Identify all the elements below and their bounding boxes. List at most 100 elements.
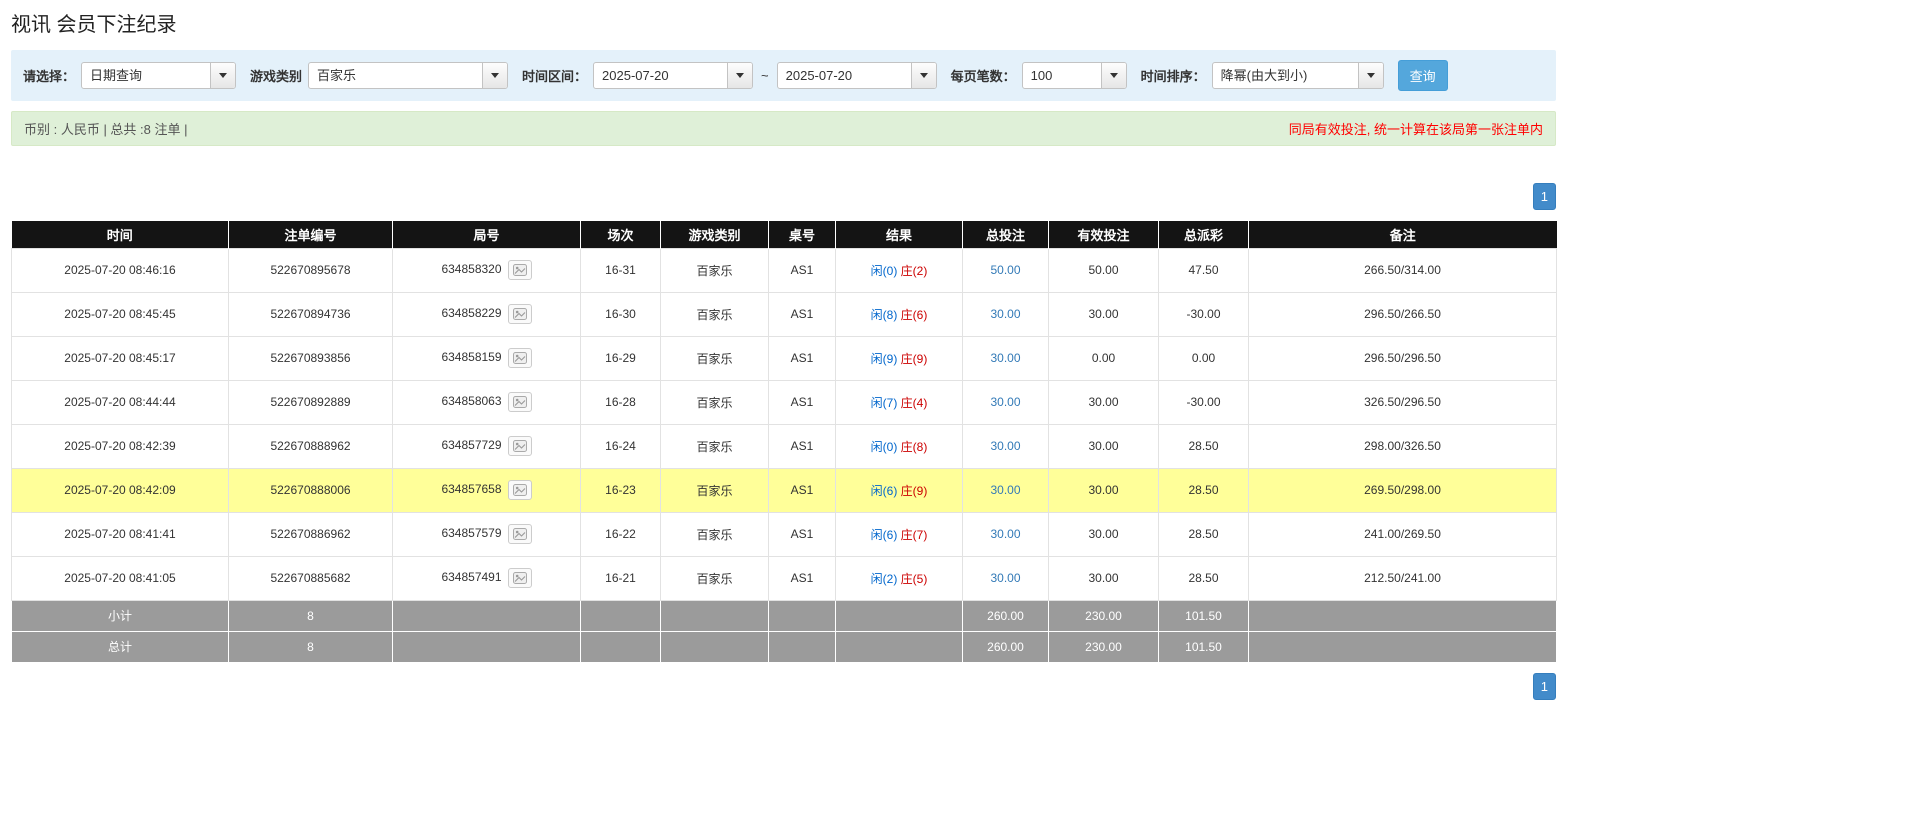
cell-session: 16-30 [580, 291, 661, 337]
summary-empty [580, 599, 661, 632]
round-id-text: 634858229 [441, 306, 502, 321]
cell-note: 296.50/296.50 [1248, 335, 1557, 381]
chevron-down-icon[interactable] [727, 63, 753, 88]
summary-empty [580, 630, 661, 663]
cell-valid-bet: 0.00 [1048, 335, 1159, 381]
game-replay-icon[interactable] [507, 392, 532, 412]
cell-table-no: AS1 [768, 335, 836, 381]
date-to-value: 2025-07-20 [785, 68, 853, 83]
cell-round-id: 634857658 [392, 467, 581, 513]
page-button-1[interactable]: 1 [1532, 183, 1556, 210]
filter-bar: 请选择： 日期查询 游戏类别 百家乐 时间区间： 2025-07-20 ~ 20… [11, 50, 1556, 101]
cell-note: 241.00/269.50 [1248, 511, 1557, 557]
chevron-down-icon[interactable] [1357, 63, 1383, 88]
date-from-dropdown[interactable]: 2025-07-20 [593, 62, 754, 89]
total-bet-link[interactable]: 50.00 [990, 263, 1020, 277]
game-replay-icon[interactable] [507, 260, 532, 280]
column-header: 局号 [392, 221, 581, 248]
summary-empty [768, 599, 836, 632]
table-row: 2025-07-20 08:41:05 522670885682 634857491… [11, 555, 1557, 601]
summary-empty [835, 599, 963, 632]
table-body: 2025-07-20 08:46:16 522670895678 634858320… [11, 247, 1557, 663]
game-type-value: 百家乐 [317, 68, 357, 83]
summary-valid-bet: 230.00 [1048, 630, 1159, 663]
cell-bet-id: 522670895678 [228, 247, 393, 293]
cell-note: 298.00/326.50 [1248, 423, 1557, 469]
notice-text: 同局有效投注, 统一计算在该局第一张注单内 [1288, 122, 1543, 137]
column-header: 游戏类别 [660, 221, 769, 248]
column-header: 桌号 [768, 221, 836, 248]
total-bet-link[interactable]: 30.00 [990, 395, 1020, 409]
total-bet-link[interactable]: 30.00 [990, 483, 1020, 497]
game-replay-icon[interactable] [507, 436, 532, 456]
cell-session: 16-31 [580, 247, 661, 293]
total-bet-link[interactable]: 30.00 [990, 439, 1020, 453]
cell-note: 326.50/296.50 [1248, 379, 1557, 425]
chevron-down-icon[interactable] [910, 63, 936, 88]
cell-time: 2025-07-20 08:42:39 [11, 423, 229, 469]
page: 视讯 会员下注纪录 请选择： 日期查询 游戏类别 百家乐 时间区间： 2025-… [11, 0, 1557, 700]
cell-total-bet: 50.00 [962, 247, 1049, 293]
banker-result: 庄(6) [900, 307, 928, 322]
cell-table-no: AS1 [768, 555, 836, 601]
cell-table-no: AS1 [768, 423, 836, 469]
summary-empty [768, 630, 836, 663]
page-button-1[interactable]: 1 [1532, 672, 1556, 700]
cell-result: 闲(0) 庄(8) [835, 423, 963, 469]
game-replay-icon[interactable] [507, 568, 532, 588]
player-result: 闲(0) [870, 439, 898, 454]
cell-session: 16-23 [580, 467, 661, 513]
cell-payout: 28.50 [1158, 467, 1249, 513]
cell-round-id: 634857729 [392, 423, 581, 469]
cell-game-type: 百家乐 [660, 335, 769, 381]
cell-total-bet: 30.00 [962, 467, 1049, 513]
summary-count: 8 [228, 599, 393, 632]
game-type-dropdown[interactable]: 百家乐 [308, 62, 509, 89]
cell-result: 闲(9) 庄(9) [835, 335, 963, 381]
cell-table-no: AS1 [768, 511, 836, 557]
cell-bet-id: 522670888962 [228, 423, 393, 469]
cell-payout: 0.00 [1158, 335, 1249, 381]
game-replay-icon[interactable] [507, 480, 532, 500]
summary-empty [1248, 599, 1557, 632]
date-to-dropdown[interactable]: 2025-07-20 [776, 62, 937, 89]
total-bet-link[interactable]: 30.00 [990, 571, 1020, 585]
cell-payout: 28.50 [1158, 511, 1249, 557]
chevron-down-icon[interactable] [1100, 63, 1126, 88]
cell-payout: 47.50 [1158, 247, 1249, 293]
cell-total-bet: 30.00 [962, 335, 1049, 381]
cell-payout: 28.50 [1158, 555, 1249, 601]
summary-empty [392, 599, 581, 632]
cell-game-type: 百家乐 [660, 511, 769, 557]
table-header-row: 时间 注单编号 局号 场次 游戏类别 桌号 结果 总投注 有效投注 总派彩 备注 [11, 221, 1557, 248]
page-size-dropdown[interactable]: 100 [1021, 62, 1127, 89]
cell-round-id: 634858320 [392, 247, 581, 293]
chevron-down-icon[interactable] [210, 63, 236, 88]
cell-round-id: 634858229 [392, 291, 581, 337]
column-header: 有效投注 [1048, 221, 1159, 248]
chevron-down-icon[interactable] [482, 63, 508, 88]
round-id-text: 634858159 [441, 350, 502, 365]
player-result: 闲(9) [870, 351, 898, 366]
sort-order-dropdown[interactable]: 降幂(由大到小) [1211, 62, 1384, 89]
game-replay-icon[interactable] [507, 348, 532, 368]
game-replay-icon[interactable] [507, 304, 532, 324]
table-row: 2025-07-20 08:46:16 522670895678 634858320… [11, 247, 1557, 293]
cell-note: 296.50/266.50 [1248, 291, 1557, 337]
column-header: 时间 [11, 221, 229, 248]
cell-valid-bet: 30.00 [1048, 291, 1159, 337]
summary-count: 8 [228, 630, 393, 663]
select-type-dropdown[interactable]: 日期查询 [81, 62, 237, 89]
cell-bet-id: 522670886962 [228, 511, 393, 557]
column-header: 注单编号 [228, 221, 393, 248]
total-bet-link[interactable]: 30.00 [990, 527, 1020, 541]
total-bet-link[interactable]: 30.00 [990, 351, 1020, 365]
pagination-bottom: 1 [11, 672, 1556, 700]
total-bet-link[interactable]: 30.00 [990, 307, 1020, 321]
game-replay-icon[interactable] [507, 524, 532, 544]
cell-game-type: 百家乐 [660, 467, 769, 513]
cell-bet-id: 522670892889 [228, 379, 393, 425]
player-result: 闲(0) [870, 263, 898, 278]
round-id-text: 634858320 [441, 262, 502, 277]
search-button[interactable]: 查询 [1397, 60, 1448, 91]
